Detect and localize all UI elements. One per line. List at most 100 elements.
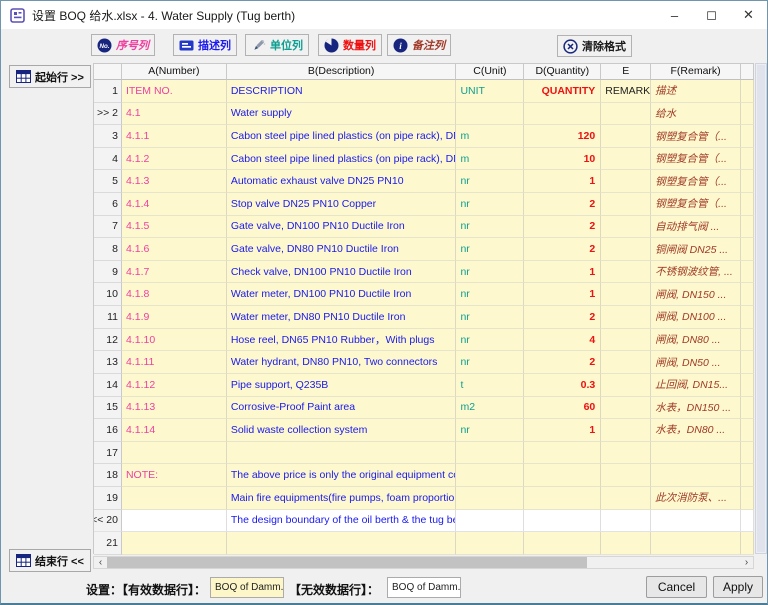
- row-number-cell[interactable]: 15: [94, 397, 122, 420]
- unit-cell[interactable]: [456, 532, 524, 555]
- quantity-cell[interactable]: 2: [524, 238, 601, 261]
- column-header-b[interactable]: B(Description): [227, 64, 457, 80]
- minimize-button[interactable]: –: [656, 1, 693, 29]
- remark-f-cell[interactable]: 不锈钢波纹管, ...: [651, 261, 741, 284]
- remark-f-cell[interactable]: 钢塑复合管（...: [651, 148, 741, 171]
- quantity-cell[interactable]: QUANTITY: [524, 80, 601, 103]
- unit-cell[interactable]: nr: [456, 170, 524, 193]
- remark-e-cell[interactable]: [601, 238, 651, 261]
- unit-cell[interactable]: nr: [456, 351, 524, 374]
- unit-cell[interactable]: nr: [456, 419, 524, 442]
- remark-f-cell[interactable]: 水表，DN150 ...: [651, 397, 741, 420]
- description-cell[interactable]: Gate valve, DN80 PN10 Ductile Iron: [227, 238, 457, 261]
- remark-e-cell[interactable]: [601, 397, 651, 420]
- number-cell[interactable]: 4.1.12: [122, 374, 227, 397]
- unit-cell[interactable]: nr: [456, 238, 524, 261]
- remark-f-cell[interactable]: [651, 510, 741, 533]
- invalid-rows-value-box[interactable]: BOQ of Damm...: [387, 577, 461, 598]
- description-cell[interactable]: Water hydrant, DN80 PN10, Two connectors: [227, 351, 457, 374]
- remark-e-cell[interactable]: [601, 193, 651, 216]
- description-cell[interactable]: Hose reel, DN65 PN10 Rubber，With plugs: [227, 329, 457, 352]
- row-number-cell[interactable]: 7: [94, 216, 122, 239]
- unit-cell[interactable]: [456, 103, 524, 126]
- description-cell[interactable]: Water meter, DN100 PN10 Ductile Iron: [227, 283, 457, 306]
- unit-cell[interactable]: [456, 510, 524, 533]
- remark-column-button[interactable]: i 备注列: [387, 34, 451, 56]
- unit-cell[interactable]: m: [456, 148, 524, 171]
- quantity-cell[interactable]: [524, 510, 601, 533]
- row-number-cell[interactable]: 14: [94, 374, 122, 397]
- row-number-cell[interactable]: 16: [94, 419, 122, 442]
- row-number-cell[interactable]: 19: [94, 487, 122, 510]
- remark-f-cell[interactable]: 钢塑复合管（...: [651, 170, 741, 193]
- remark-f-cell[interactable]: 闸阀, DN50 ...: [651, 351, 741, 374]
- row-number-cell[interactable]: 11: [94, 306, 122, 329]
- row-number-cell[interactable]: >> 2: [94, 103, 122, 126]
- quantity-cell[interactable]: [524, 103, 601, 126]
- number-cell[interactable]: 4.1.4: [122, 193, 227, 216]
- number-cell[interactable]: 4.1.10: [122, 329, 227, 352]
- row-number-cell[interactable]: 9: [94, 261, 122, 284]
- description-cell[interactable]: Cabon steel pipe lined plastics (on pipe…: [227, 148, 457, 171]
- remark-f-cell[interactable]: 铜闸阀 DN25 ...: [651, 238, 741, 261]
- remark-e-cell[interactable]: [601, 103, 651, 126]
- remark-f-cell[interactable]: [651, 442, 741, 465]
- remark-f-cell[interactable]: 钢塑复合管（...: [651, 193, 741, 216]
- quantity-cell[interactable]: 60: [524, 397, 601, 420]
- quantity-cell[interactable]: 1: [524, 170, 601, 193]
- unit-cell[interactable]: nr: [456, 329, 524, 352]
- remark-e-cell[interactable]: [601, 329, 651, 352]
- number-cell[interactable]: 4.1.7: [122, 261, 227, 284]
- row-number-cell[interactable]: 3: [94, 125, 122, 148]
- maximize-button[interactable]: ◻: [693, 1, 730, 29]
- remark-e-cell[interactable]: [601, 351, 651, 374]
- column-header-c[interactable]: C(Unit): [456, 64, 524, 80]
- remark-f-cell[interactable]: 闸阀, DN100 ...: [651, 306, 741, 329]
- number-cell[interactable]: 4.1.2: [122, 148, 227, 171]
- vertical-scrollbar-thumb[interactable]: [757, 65, 765, 552]
- row-number-cell[interactable]: 17: [94, 442, 122, 465]
- apply-button[interactable]: Apply: [713, 576, 763, 598]
- quantity-cell[interactable]: 2: [524, 216, 601, 239]
- unit-cell[interactable]: UNIT: [456, 80, 524, 103]
- quantity-cell[interactable]: [524, 487, 601, 510]
- description-cell[interactable]: Pipe support, Q235B: [227, 374, 457, 397]
- quantity-cell[interactable]: 10: [524, 148, 601, 171]
- unit-cell[interactable]: t: [456, 374, 524, 397]
- remark-f-cell[interactable]: 自动排气阀 ...: [651, 216, 741, 239]
- unit-column-button[interactable]: 单位列: [245, 34, 309, 56]
- number-cell[interactable]: 4.1.9: [122, 306, 227, 329]
- unit-cell[interactable]: nr: [456, 261, 524, 284]
- number-cell[interactable]: 4.1.5: [122, 216, 227, 239]
- remark-f-cell[interactable]: 钢塑复合管（...: [651, 125, 741, 148]
- cancel-button[interactable]: Cancel: [646, 576, 707, 598]
- row-number-cell[interactable]: 1: [94, 80, 122, 103]
- remark-e-cell[interactable]: [601, 283, 651, 306]
- description-cell[interactable]: Water supply: [227, 103, 457, 126]
- remark-e-cell[interactable]: [601, 532, 651, 555]
- unit-cell[interactable]: nr: [456, 283, 524, 306]
- number-cell[interactable]: [122, 510, 227, 533]
- quantity-cell[interactable]: 2: [524, 193, 601, 216]
- number-cell[interactable]: 4.1.3: [122, 170, 227, 193]
- description-cell[interactable]: [227, 532, 457, 555]
- number-cell[interactable]: 4.1.13: [122, 397, 227, 420]
- row-number-cell[interactable]: 13: [94, 351, 122, 374]
- remark-e-cell[interactable]: REMARK: [601, 80, 651, 103]
- unit-cell[interactable]: [456, 487, 524, 510]
- description-cell[interactable]: Main fire equipments(fire pumps, foam pr…: [227, 487, 457, 510]
- description-column-button[interactable]: 描述列: [173, 34, 237, 56]
- clear-format-button[interactable]: 清除格式: [557, 35, 632, 57]
- row-number-cell[interactable]: 5: [94, 170, 122, 193]
- number-cell[interactable]: 4.1: [122, 103, 227, 126]
- remark-f-cell[interactable]: 闸阀, DN150 ...: [651, 283, 741, 306]
- remark-f-cell[interactable]: 给水: [651, 103, 741, 126]
- unit-cell[interactable]: nr: [456, 306, 524, 329]
- description-cell[interactable]: The design boundary of the oil berth & t…: [227, 510, 457, 533]
- remark-f-cell[interactable]: 水表，DN80 ...: [651, 419, 741, 442]
- unit-cell[interactable]: [456, 464, 524, 487]
- row-number-cell[interactable]: 4: [94, 148, 122, 171]
- column-header-e[interactable]: E: [601, 64, 651, 80]
- column-header-f[interactable]: F(Remark): [651, 64, 741, 80]
- quantity-cell[interactable]: [524, 442, 601, 465]
